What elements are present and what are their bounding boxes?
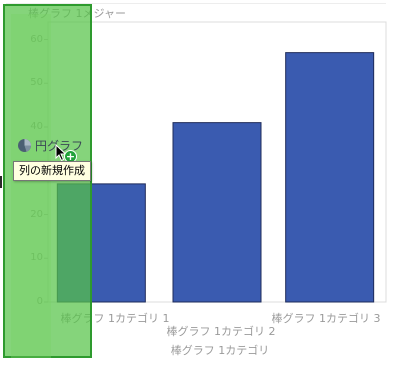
x-tick-label: 棒グラフ 1カテゴリ 2 — [166, 325, 276, 338]
drop-zone-highlight — [11, 14, 51, 358]
tooltip: 列の新規作成 — [13, 161, 91, 181]
bar[interactable] — [172, 122, 262, 303]
drop-indicator — [0, 176, 2, 188]
column-drop-zone[interactable] — [3, 4, 92, 358]
pie-chart-icon — [17, 138, 32, 153]
x-tick-label: 棒グラフ 1カテゴリ 3 — [271, 312, 381, 325]
bar[interactable] — [285, 52, 375, 303]
